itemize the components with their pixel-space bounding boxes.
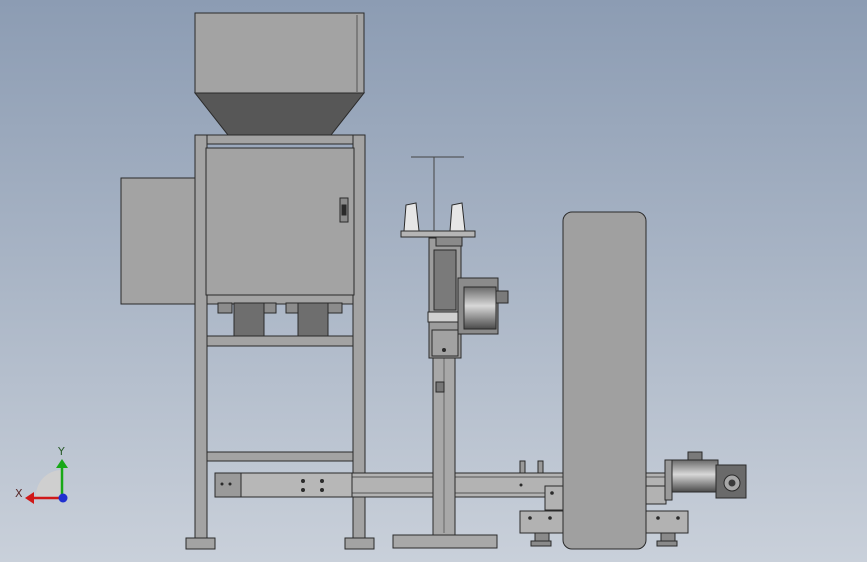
bag-conveyor-cover — [519, 211, 689, 550]
weighing-units — [217, 302, 343, 337]
axis-triad: Y X — [15, 445, 68, 504]
hopper — [193, 12, 366, 136]
packing-machine-drawing: Y X — [15, 12, 747, 550]
control-cabinet — [205, 147, 355, 296]
x-axis-label: X — [15, 487, 23, 500]
y-axis-label: Y — [57, 445, 65, 458]
y-axis-arrowhead-icon — [56, 459, 68, 468]
conveyor-drive-motor — [664, 451, 747, 501]
side-control-box — [120, 177, 197, 305]
z-axis-origin-icon — [58, 493, 68, 503]
x-axis-arrowhead-icon — [25, 492, 34, 504]
cad-viewport[interactable]: Y X — [0, 0, 867, 562]
triad-plane-shading — [35, 469, 62, 498]
